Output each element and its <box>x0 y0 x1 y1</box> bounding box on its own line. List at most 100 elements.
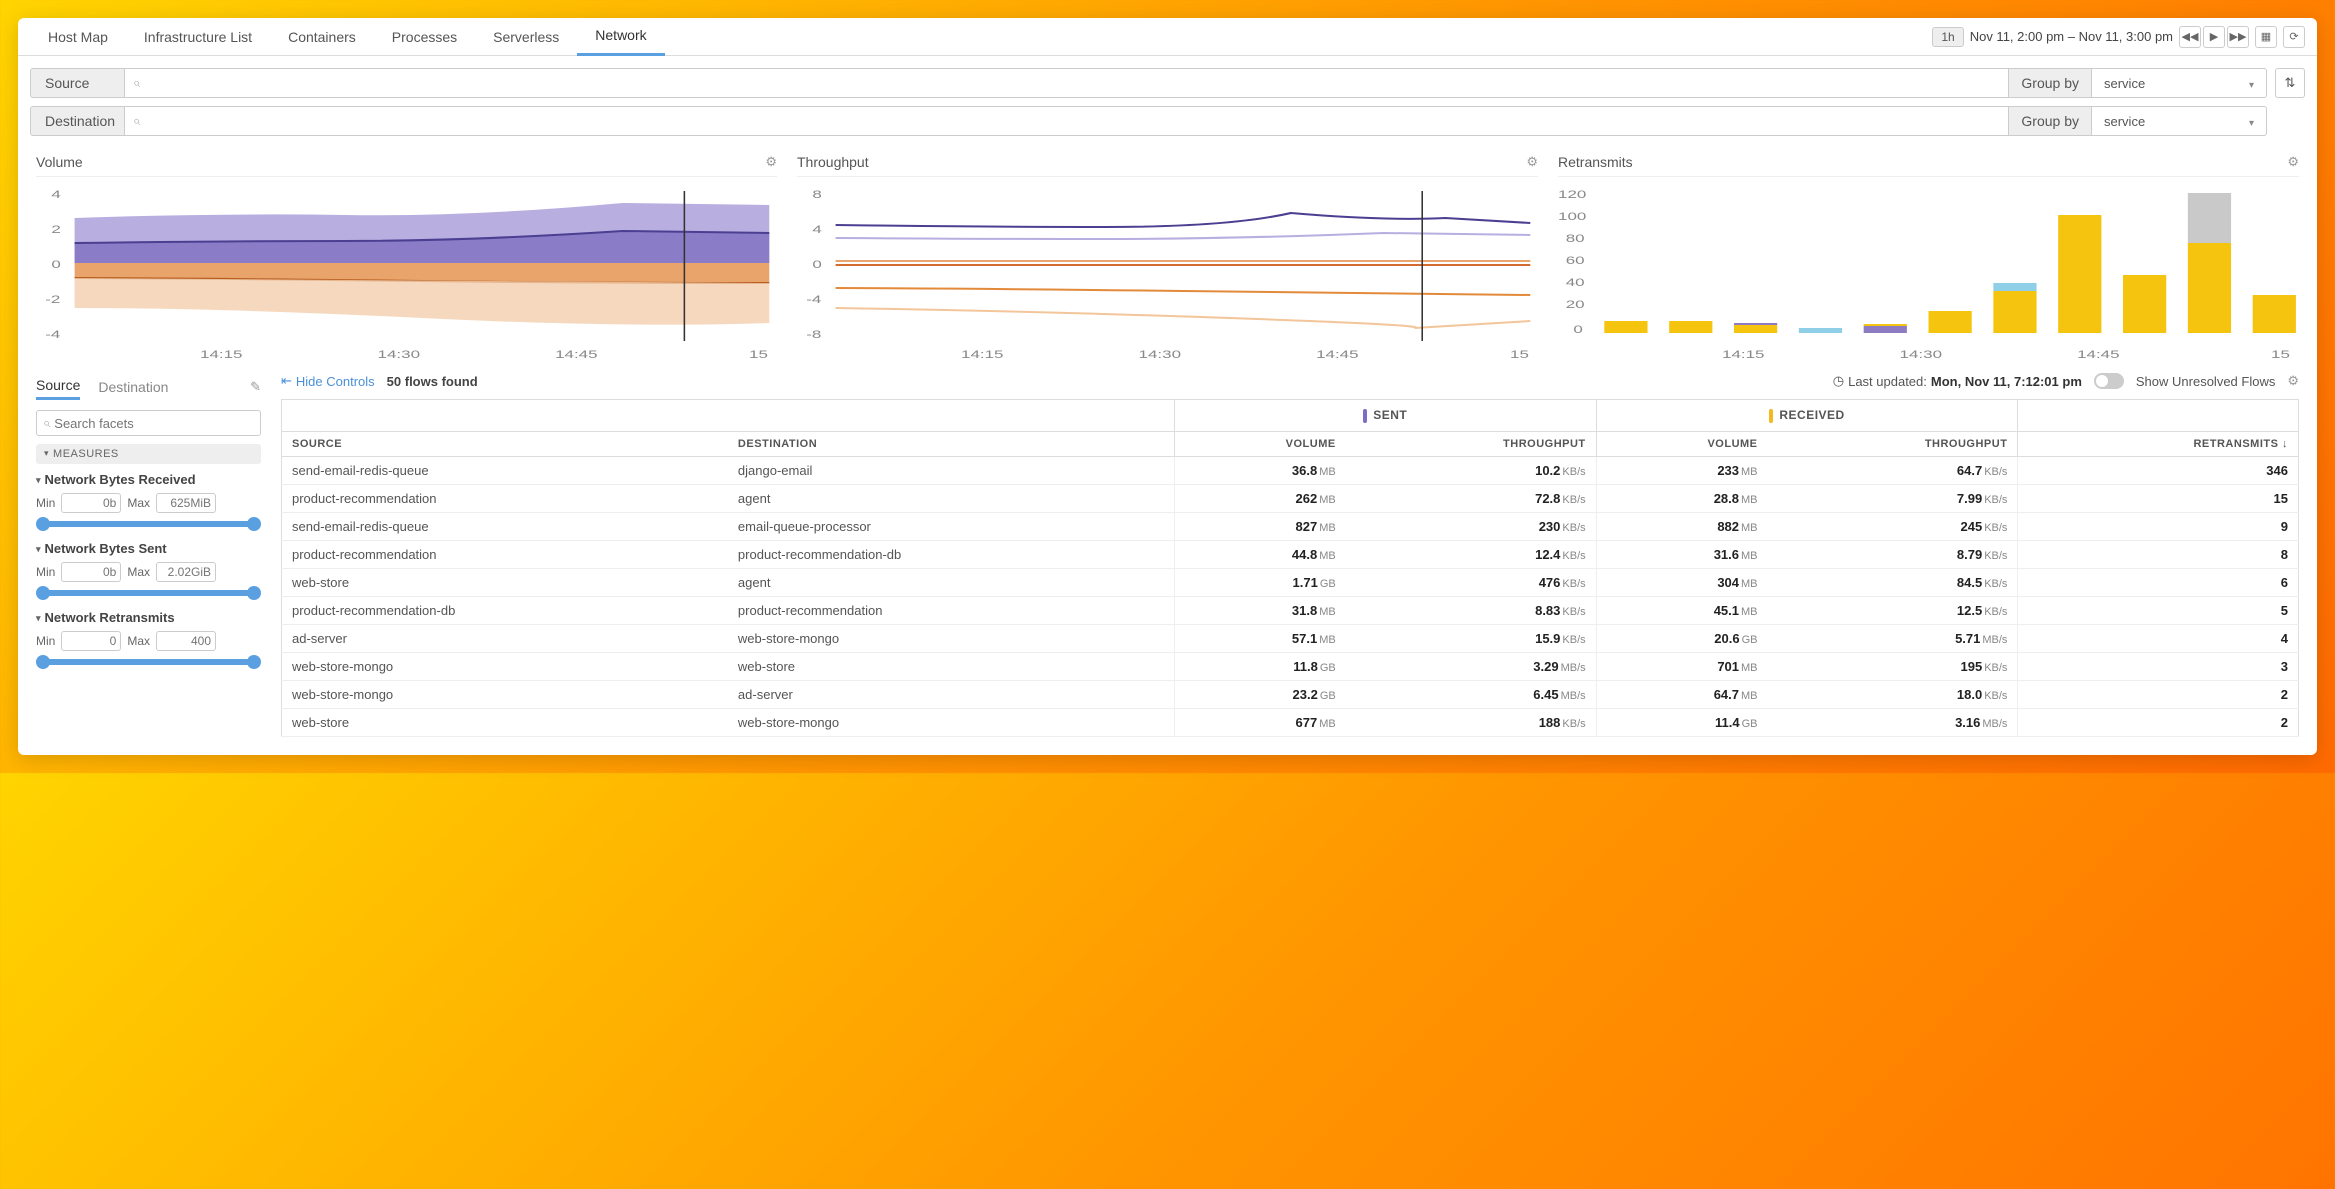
table-row[interactable]: ad-serverweb-store-mongo57.1MB15.9KB/s20… <box>282 624 2299 652</box>
retrans-slider[interactable] <box>40 659 257 665</box>
received-group-header: RECEIVED <box>1596 400 2018 432</box>
calendar-icon[interactable]: ▦ <box>2255 26 2277 48</box>
gear-icon[interactable]: ⚙ <box>2287 373 2299 389</box>
show-unresolved-toggle[interactable] <box>2094 373 2124 389</box>
tab-containers[interactable]: Containers <box>270 19 374 55</box>
svg-text:14:30: 14:30 <box>378 349 421 361</box>
cell-sent-throughput: 15.9KB/s <box>1346 624 1596 652</box>
cell-sent-throughput: 72.8KB/s <box>1346 484 1596 512</box>
facet-bytes-received: Network Bytes Received Min Max <box>36 472 261 527</box>
cell-sent-volume: 23.2GB <box>1174 680 1345 708</box>
table-row[interactable]: web-store-mongoweb-store11.8GB3.29MB/s70… <box>282 652 2299 680</box>
svg-text:60: 60 <box>1566 255 1585 267</box>
tab-network[interactable]: Network <box>577 18 664 56</box>
last-updated-text: ◷ Last updated: Mon, Nov 11, 7:12:01 pm <box>1833 373 2082 389</box>
cell-recv-volume: 701MB <box>1596 652 1767 680</box>
gear-icon[interactable]: ⚙ <box>765 154 777 170</box>
tab-processes[interactable]: Processes <box>374 19 475 55</box>
bytes-recv-min-input[interactable] <box>61 493 121 513</box>
col-destination[interactable]: DESTINATION <box>728 431 1174 456</box>
retrans-min-input[interactable] <box>61 631 121 651</box>
sub-tab-source[interactable]: Source <box>36 373 80 400</box>
table-row[interactable]: product-recommendationagent262MB72.8KB/s… <box>282 484 2299 512</box>
search-icon <box>43 415 50 431</box>
chevron-down-icon <box>2249 76 2254 91</box>
cell-recv-throughput: 7.99KB/s <box>1768 484 2018 512</box>
tab-host-map[interactable]: Host Map <box>30 19 126 55</box>
cell-recv-throughput: 84.5KB/s <box>1768 568 2018 596</box>
bytes-recv-slider[interactable] <box>40 521 257 527</box>
chart-volume: Volume ⚙ 4 2 0 -2 -4 <box>36 148 777 363</box>
cell-retransmits: 9 <box>2018 512 2299 540</box>
cell-recv-throughput: 245KB/s <box>1768 512 2018 540</box>
facet-search-input[interactable] <box>36 410 261 436</box>
col-sent-volume[interactable]: VOLUME <box>1174 431 1345 456</box>
chart-retransmits-body: 120 100 80 60 40 20 0 <box>1558 183 2299 363</box>
col-recv-throughput[interactable]: THROUGHPUT <box>1768 431 2018 456</box>
svg-text:0: 0 <box>51 259 60 271</box>
retrans-max-input[interactable] <box>156 631 216 651</box>
cell-sent-volume: 11.8GB <box>1174 652 1345 680</box>
swap-source-dest-button[interactable]: ⇅ <box>2275 68 2305 98</box>
col-sent-throughput[interactable]: THROUGHPUT <box>1346 431 1596 456</box>
cell-recv-volume: 11.4GB <box>1596 708 1767 736</box>
time-range-pill[interactable]: 1h <box>1932 27 1963 47</box>
table-row[interactable]: web-storeweb-store-mongo677MB188KB/s11.4… <box>282 708 2299 736</box>
bytes-sent-min-input[interactable] <box>61 562 121 582</box>
svg-text:20: 20 <box>1566 299 1585 311</box>
svg-text:8: 8 <box>812 189 821 201</box>
cell-source: web-store-mongo <box>282 652 728 680</box>
source-groupby-select[interactable]: service <box>2092 68 2267 98</box>
chart-retransmits: Retransmits ⚙ 120 100 80 60 40 20 0 <box>1558 148 2299 363</box>
time-play-icon[interactable]: ▶ <box>2203 26 2225 48</box>
tab-serverless[interactable]: Serverless <box>475 19 577 55</box>
svg-text:14:45: 14:45 <box>2077 349 2120 361</box>
source-filter-input[interactable] <box>125 68 2009 98</box>
svg-text:4: 4 <box>812 224 821 236</box>
cell-recv-volume: 31.6MB <box>1596 540 1767 568</box>
gear-icon[interactable]: ⚙ <box>1526 154 1538 170</box>
bytes-sent-max-input[interactable] <box>156 562 216 582</box>
cell-source: send-email-redis-queue <box>282 512 728 540</box>
table-row[interactable]: send-email-redis-queuedjango-email36.8MB… <box>282 456 2299 484</box>
table-row[interactable]: product-recommendation-dbproduct-recomme… <box>282 596 2299 624</box>
cell-recv-volume: 233MB <box>1596 456 1767 484</box>
cell-sent-throughput: 188KB/s <box>1346 708 1596 736</box>
time-back-icon[interactable]: ◀◀ <box>2179 26 2201 48</box>
cell-destination: web-store <box>728 652 1174 680</box>
table-row[interactable]: send-email-redis-queueemail-queue-proces… <box>282 512 2299 540</box>
svg-text:15: 15 <box>1510 349 1529 361</box>
edit-icon[interactable]: ✎ <box>250 379 261 395</box>
svg-text:14:15: 14:15 <box>200 349 243 361</box>
cell-destination: ad-server <box>728 680 1174 708</box>
bytes-sent-slider[interactable] <box>40 590 257 596</box>
col-recv-volume[interactable]: VOLUME <box>1596 431 1767 456</box>
hide-controls-button[interactable]: ⇤Hide Controls <box>281 373 375 389</box>
time-forward-icon[interactable]: ▶▶ <box>2227 26 2249 48</box>
destination-groupby-select[interactable]: service <box>2092 106 2267 136</box>
sort-arrow-icon: ↓ <box>2282 438 2288 450</box>
measures-header[interactable]: MEASURES <box>36 444 261 464</box>
bytes-recv-max-input[interactable] <box>156 493 216 513</box>
chart-throughput-body: 8 4 0 -4 -8 14:15 14:30 14:45 15 <box>797 183 1538 363</box>
gear-icon[interactable]: ⚙ <box>2287 154 2299 170</box>
col-retransmits[interactable]: RETRANSMITS ↓ <box>2018 431 2299 456</box>
tab-infrastructure-list[interactable]: Infrastructure List <box>126 19 270 55</box>
svg-text:14:30: 14:30 <box>1139 349 1182 361</box>
cell-destination: product-recommendation-db <box>728 540 1174 568</box>
col-source[interactable]: SOURCE <box>282 431 728 456</box>
table-row[interactable]: web-storeagent1.71GB476KB/s304MB84.5KB/s… <box>282 568 2299 596</box>
cell-source: send-email-redis-queue <box>282 456 728 484</box>
sub-tab-destination[interactable]: Destination <box>98 375 168 399</box>
cell-sent-volume: 1.71GB <box>1174 568 1345 596</box>
table-row[interactable]: web-store-mongoad-server23.2GB6.45MB/s64… <box>282 680 2299 708</box>
flows-found-text: 50 flows found <box>387 374 478 389</box>
cell-sent-volume: 677MB <box>1174 708 1345 736</box>
svg-text:4: 4 <box>51 189 60 201</box>
refresh-icon[interactable]: ⟳ <box>2283 26 2305 48</box>
facet-retransmits: Network Retransmits Min Max <box>36 610 261 665</box>
cell-sent-throughput: 476KB/s <box>1346 568 1596 596</box>
cell-destination: email-queue-processor <box>728 512 1174 540</box>
destination-filter-input[interactable] <box>125 106 2009 136</box>
table-row[interactable]: product-recommendationproduct-recommenda… <box>282 540 2299 568</box>
